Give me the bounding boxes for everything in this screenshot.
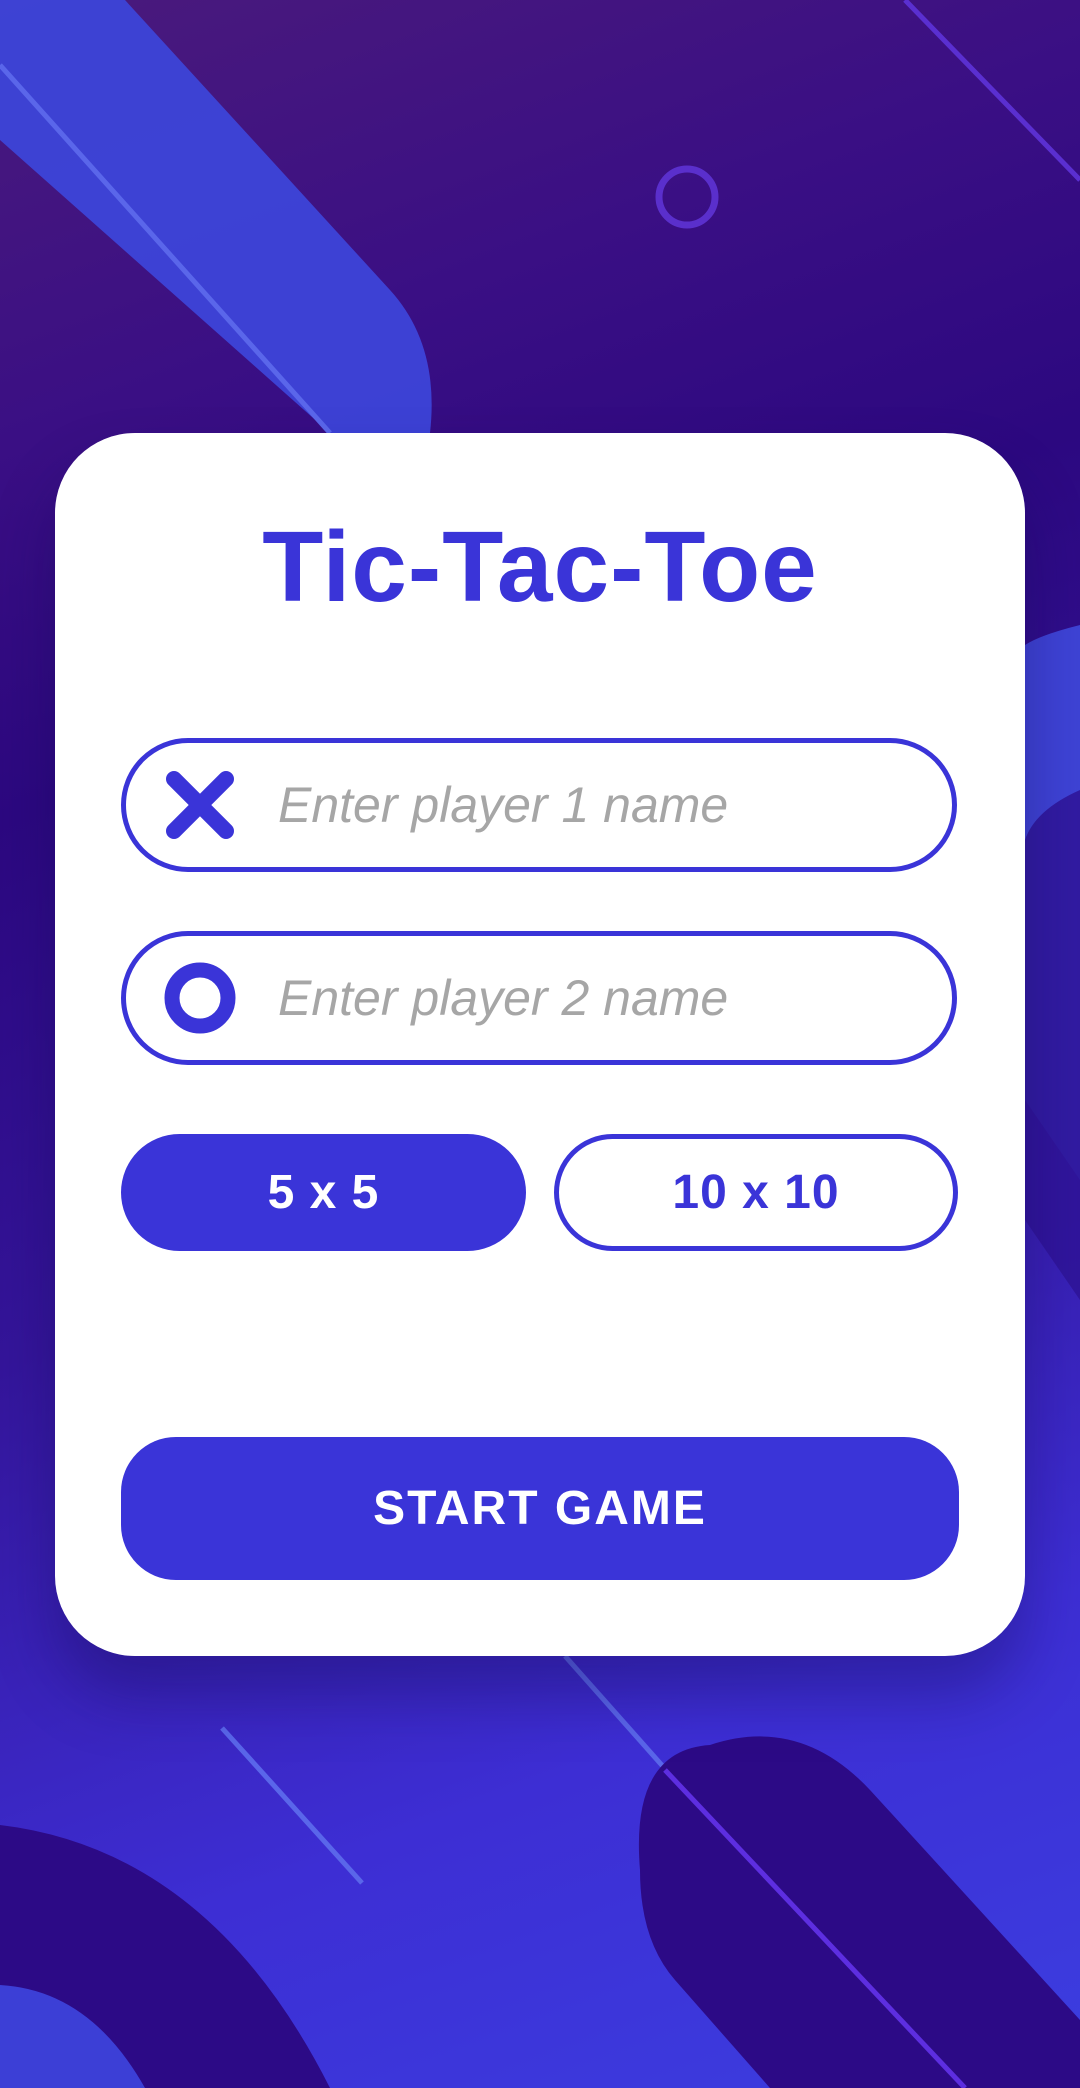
board-size-5-button[interactable]: 5 x 5 [121,1134,526,1251]
x-icon [162,767,238,843]
player2-name-field[interactable]: Enter player 2 name [121,931,957,1065]
player2-name-placeholder: Enter player 2 name [278,970,729,1026]
app-title: Tic-Tac-Toe [262,511,818,623]
board-size-10-button[interactable]: 10 x 10 [554,1134,958,1251]
player1-name-field[interactable]: Enter player 1 name [121,738,957,872]
player1-name-placeholder: Enter player 1 name [278,777,729,833]
o-icon [162,960,238,1036]
start-game-button[interactable]: START GAME [121,1437,959,1580]
